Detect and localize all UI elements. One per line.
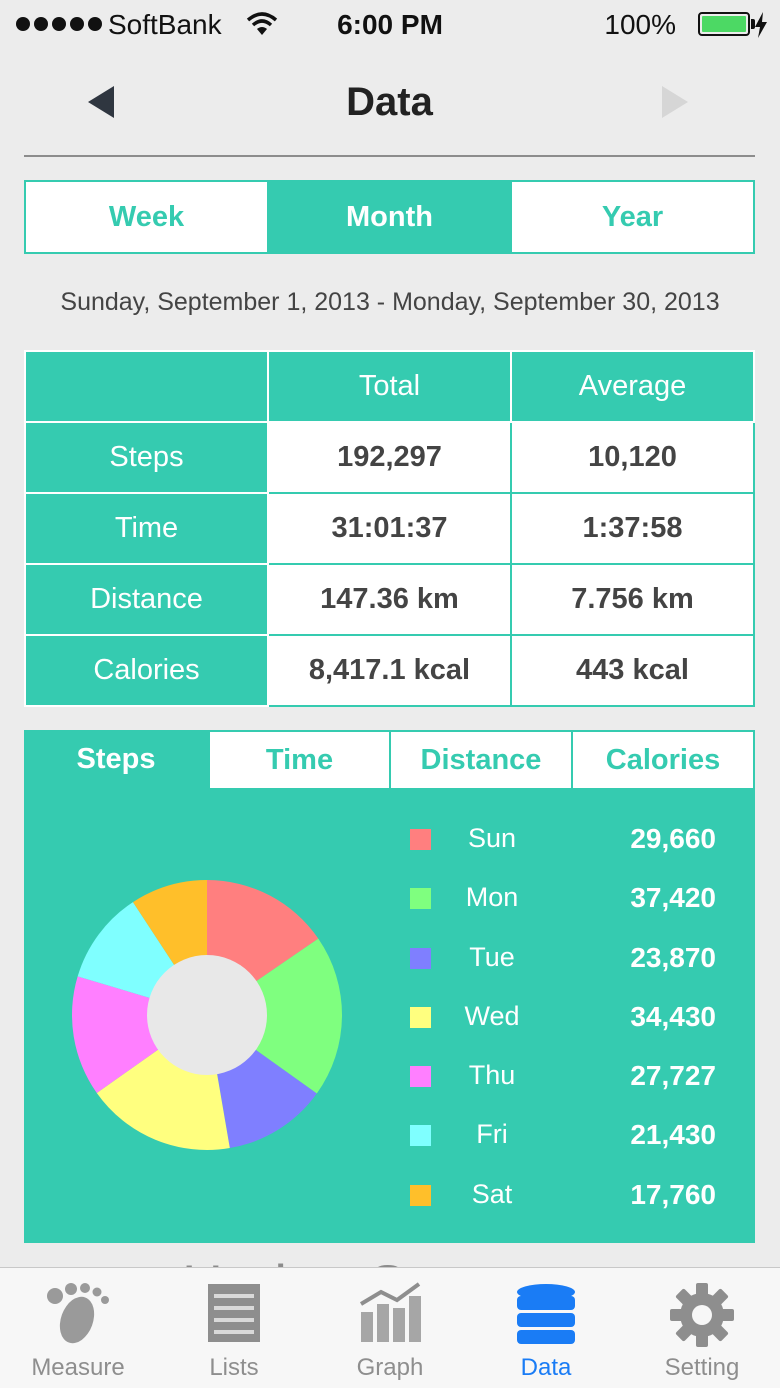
legend-item-thu: Thu 27,727 — [408, 1047, 728, 1106]
legend-value: 21,430 — [630, 1119, 716, 1151]
legend-item-fri: Fri 21,430 — [408, 1106, 728, 1165]
legend-value: 29,660 — [630, 823, 716, 854]
legend-label: Sat — [471, 1178, 513, 1209]
summary-table: Total Average Steps 192,297 10,120 Time … — [24, 350, 755, 707]
row-label-distance: Distance — [24, 563, 269, 636]
footprint-icon — [43, 1282, 113, 1353]
legend-item-sat: Sat 17,760 — [408, 1166, 728, 1225]
column-header-average: Average — [510, 350, 755, 423]
legend-swatch — [410, 1006, 431, 1028]
navigation-bar: Data — [24, 60, 755, 157]
tab-month[interactable]: Month — [267, 182, 510, 252]
tab-calories[interactable]: Calories — [571, 730, 755, 788]
legend-label: Sun — [467, 823, 517, 853]
legend-label: Mon — [465, 882, 519, 913]
tab-setting[interactable]: Setting — [624, 1268, 780, 1388]
donut-chart-svg — [72, 880, 342, 1150]
tab-week[interactable]: Week — [26, 182, 267, 252]
time-total: 31:01:37 — [267, 492, 512, 565]
table-header-row: Total Average — [24, 350, 755, 423]
steps-average: 10,120 — [510, 421, 755, 494]
table-row: Distance 147.36 km 7.756 km — [24, 563, 755, 636]
legend-value: 17,760 — [630, 1178, 716, 1210]
row-label-time: Time — [24, 492, 269, 565]
time-average: 1:37:58 — [510, 492, 755, 565]
database-icon — [515, 1282, 577, 1353]
donut-chart — [70, 878, 344, 1157]
gear-icon — [669, 1282, 735, 1353]
legend-value: 34,430 — [630, 1000, 716, 1032]
legend-swatch — [410, 1066, 431, 1088]
row-label-steps: Steps — [24, 421, 269, 494]
weekday-breakdown-panel: Steps Time Distance Calories Sun 29,660 Mo… — [24, 730, 755, 1243]
tab-label: Lists — [209, 1354, 259, 1381]
legend-swatch — [410, 1184, 431, 1206]
legend-item-mon: Mon 37,420 — [408, 869, 728, 928]
legend-swatch — [410, 888, 431, 910]
legend-value: 37,420 — [630, 882, 716, 914]
tab-label: Measure — [31, 1354, 125, 1381]
steps-total: 192,297 — [267, 421, 512, 494]
tab-graph[interactable]: Graph — [312, 1268, 468, 1388]
distance-total: 147.36 km — [267, 563, 512, 636]
status-bar: SoftBank 6:00 PM 100% — [0, 0, 780, 52]
legend-value: 23,870 — [630, 941, 716, 973]
tab-year[interactable]: Year — [510, 182, 753, 252]
legend-label: Wed — [464, 1000, 520, 1031]
legend-label: Thu — [468, 1060, 516, 1091]
tab-label: Data — [520, 1354, 572, 1381]
tab-time[interactable]: Time — [208, 730, 389, 788]
battery-icon — [698, 12, 750, 36]
table-corner — [24, 350, 269, 423]
tab-lists[interactable]: Lists — [156, 1268, 312, 1388]
calories-total: 8,417.1 kcal — [267, 634, 512, 707]
legend-swatch — [410, 829, 431, 850]
bottom-tab-bar: Measure Lists Graph Data Setting — [0, 1267, 780, 1388]
table-row: Steps 192,297 10,120 — [24, 421, 755, 494]
table-row: Time 31:01:37 1:37:58 — [24, 492, 755, 565]
tab-measure[interactable]: Measure — [0, 1268, 156, 1388]
tab-data[interactable]: Data — [468, 1268, 624, 1388]
table-row: Calories 8,417.1 kcal 443 kcal — [24, 634, 755, 707]
legend-value: 27,727 — [630, 1060, 716, 1092]
legend-swatch — [410, 947, 431, 969]
legend-swatch — [410, 1125, 431, 1147]
date-range: Sunday, September 1, 2013 - Monday, Sept… — [60, 288, 720, 316]
next-period-button[interactable] — [660, 84, 690, 125]
charging-icon — [754, 12, 768, 43]
metric-tabs: Steps Time Distance Calories — [24, 730, 755, 788]
page-title: Data — [346, 80, 433, 124]
list-icon — [206, 1282, 262, 1349]
calories-average: 443 kcal — [510, 634, 755, 707]
tab-label: Setting — [664, 1354, 740, 1381]
distance-average: 7.756 km — [510, 563, 755, 636]
period-segmented-control: Week Month Year — [24, 180, 755, 254]
tab-label: Graph — [356, 1354, 424, 1381]
legend-item-wed: Wed 34,430 — [408, 988, 728, 1047]
legend-item-tue: Tue 23,870 — [408, 929, 728, 988]
tab-steps[interactable]: Steps — [24, 730, 208, 788]
legend-item-sun: Sun 29,660 — [408, 810, 728, 869]
bar-chart-icon — [357, 1282, 423, 1349]
legend-label: Fri — [476, 1119, 508, 1150]
chart-legend: Sun 29,660 Mon 37,420 Tue 23,870 Wed 34,430 Thu 2… — [408, 810, 728, 1225]
battery-percentage: 100% — [604, 9, 676, 40]
row-label-calories: Calories — [24, 634, 269, 707]
legend-label: Tue — [469, 941, 515, 972]
donut-hole — [147, 955, 267, 1075]
tab-distance[interactable]: Distance — [389, 730, 571, 788]
arrow-right-icon — [662, 86, 688, 118]
column-header-total: Total — [267, 350, 512, 423]
